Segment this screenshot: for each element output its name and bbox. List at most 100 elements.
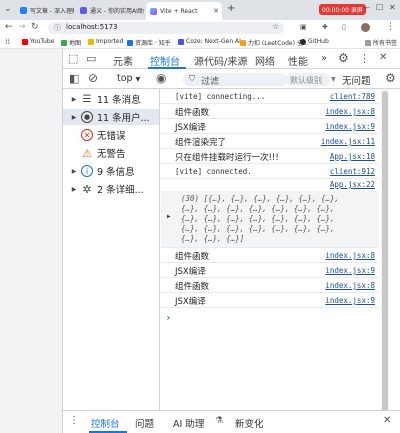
sidebar-toggle-icon[interactable]: ▯	[342, 23, 346, 31]
clear-console-icon[interactable]: ⊘	[88, 71, 98, 85]
drawer-tab-issues[interactable]: 问题	[135, 416, 154, 430]
window-close-icon[interactable]: ✕	[389, 3, 396, 12]
close-devtools-icon[interactable]: ✕	[379, 52, 387, 63]
source-link[interactable]: index.jsx:8	[325, 107, 375, 116]
devtools-panel: ⬚ ▭ 元素 控制台 源代码/来源 网络 性能 » ⚙ ⋮ ✕ ◧ ⊘ top …	[62, 49, 400, 433]
puzzle-icon[interactable]: ✚	[322, 23, 328, 31]
bookmark-item[interactable]: YouTube	[22, 38, 54, 45]
sidebar-item-verbose[interactable]: ▶ ✲ 2 条详细...	[63, 181, 159, 197]
tab-elements[interactable]: 元素	[113, 53, 133, 68]
close-icon[interactable]: ✕	[213, 7, 219, 15]
source-link[interactable]: index.jsx:9	[325, 122, 375, 131]
source-link[interactable]: index.jsx:8	[325, 251, 375, 260]
github-icon	[300, 38, 306, 45]
profile-avatar[interactable]	[361, 23, 370, 32]
tab-network[interactable]: 网络	[255, 53, 275, 68]
close-drawer-icon[interactable]: ✕	[383, 415, 391, 426]
browser-tab[interactable]: 写文章 - 深入理解React	[16, 3, 74, 18]
all-bookmarks[interactable]: 所有书签	[365, 38, 397, 47]
dropdown-icon[interactable]: ▼	[331, 76, 336, 83]
vite-logo-icon	[150, 7, 157, 15]
browser-tab-active[interactable]: Vite + React ✕	[146, 2, 222, 20]
scrollbar-thumb[interactable]	[382, 91, 388, 431]
bookmark-label: GitHub	[308, 38, 329, 45]
console-message: [vite] connecting... client:789	[161, 89, 379, 104]
source-link[interactable]: client:912	[330, 167, 375, 176]
drawer-tab-console[interactable]: 控制台	[91, 416, 120, 430]
drawer-menu-icon[interactable]: ⋮	[69, 415, 79, 426]
drawer-tab-ai-assistance[interactable]: AI 助理	[173, 416, 204, 430]
more-options-icon[interactable]: ⋮	[359, 52, 370, 65]
message-text: 组件函数	[175, 108, 210, 118]
source-link[interactable]: index.jsx:8	[325, 281, 375, 290]
sidebar-item-errors[interactable]: ✕ 无错误	[63, 127, 159, 143]
filter-placeholder: 过滤	[201, 77, 220, 87]
bookmark-item[interactable]: 资源库 · 知乎	[127, 38, 171, 47]
tab-console[interactable]: 控制台	[150, 53, 180, 68]
address-bar[interactable]: ⓘ localhost:5173 ☆	[48, 22, 284, 34]
bookmark-label: 地图	[69, 40, 82, 47]
minimize-icon[interactable]: —	[362, 3, 370, 12]
sidebar-item-warnings[interactable]: ⚠ 无警告	[63, 145, 159, 161]
device-toolbar-icon[interactable]: ▭	[86, 52, 96, 65]
source-link[interactable]: App.jsx:18	[330, 152, 375, 161]
console-message: 组件渲染完了 index.jsx:11	[161, 134, 379, 149]
expand-caret-icon[interactable]: ▶	[167, 213, 171, 220]
console-scrollbar[interactable]	[381, 89, 389, 433]
console-settings-icon[interactable]: ⚙	[385, 71, 396, 85]
bookmark-item[interactable]: Imported	[88, 38, 123, 45]
expand-caret-icon[interactable]: ▶	[69, 168, 79, 175]
tab-title: Vite + React	[160, 7, 198, 15]
tab-performance[interactable]: 性能	[288, 53, 308, 68]
console-prompt[interactable]: ›	[165, 311, 172, 324]
expand-caret-icon[interactable]: ▶	[69, 96, 79, 103]
settings-gear-icon[interactable]: ⚙	[338, 51, 349, 65]
expand-caret-icon[interactable]: ▶	[69, 186, 79, 193]
bookmark-star-icon[interactable]: ☆	[272, 22, 279, 31]
new-tab-icon[interactable]: +	[227, 3, 235, 14]
log-levels-dropdown[interactable]: 默认级别	[285, 73, 330, 86]
bookmark-item[interactable]: GitHub	[300, 38, 329, 45]
bookmark-label: Coze: Next-Gen AI...	[186, 38, 247, 45]
bookmark-item[interactable]: 地图	[61, 38, 81, 47]
forward-icon[interactable]: →	[18, 22, 26, 32]
source-link[interactable]: index.jsx:9	[325, 266, 375, 275]
message-text: 组件函数	[175, 282, 210, 292]
sidebar-item-user-messages[interactable]: ▶ ● 11 条用户...	[63, 109, 159, 125]
site-info-icon[interactable]: ⓘ	[54, 23, 61, 33]
source-link[interactable]: App.jsx:22	[330, 180, 375, 189]
sidebar-item-messages[interactable]: ▶ ☰ 11 条消息	[63, 91, 159, 107]
source-link[interactable]: index.jsx:9	[325, 296, 375, 305]
sidebar-item-label: 无警告	[97, 149, 126, 160]
filter-input[interactable]: ⛉ 过滤	[183, 73, 287, 87]
bookmark-item[interactable]: 力扣 (LeetCode) 全...	[240, 38, 309, 47]
context-selector[interactable]: top ▼	[117, 73, 140, 84]
maximize-icon[interactable]: ☐	[376, 3, 383, 12]
more-tabs-icon[interactable]: »	[321, 53, 327, 64]
array-preview[interactable]: ▶ (30) [{…}, {…}, {…}, {…}, {…}, {…}, {……	[161, 191, 379, 248]
filter-icon: ⛉	[189, 74, 195, 83]
back-icon[interactable]: ←	[5, 22, 13, 32]
tab-sources[interactable]: 源代码/来源	[194, 53, 247, 68]
sidebar-toggle-icon[interactable]: ◧	[69, 72, 79, 85]
extension-icon[interactable]: ▣	[300, 23, 307, 31]
apps-grid-icon[interactable]: ⁞⁞	[5, 37, 10, 46]
browser-tab[interactable]: 通义 - 你的实用AI助手 ✕	[76, 3, 144, 18]
source-link[interactable]: client:789	[330, 92, 375, 101]
drawer-tab-whats-new[interactable]: 新变化	[235, 416, 264, 430]
tab-search-icon[interactable]: ⌄	[4, 4, 12, 14]
reload-icon[interactable]: ↻	[31, 22, 39, 32]
menu-icon[interactable]: ⋮	[386, 22, 395, 32]
tab-favicon-icon	[20, 7, 27, 14]
devtools-drawer: ⋮ 控制台 问题 AI 助理 ⚗ 新变化 ✕	[63, 410, 400, 433]
expand-caret-icon[interactable]: ▶	[69, 114, 79, 121]
inspect-element-icon[interactable]: ⬚	[68, 52, 78, 65]
sidebar-item-info[interactable]: ▶ i 9 条信息	[63, 163, 159, 179]
bookmark-label: 所有书签	[373, 40, 398, 47]
bookmark-item[interactable]: Coze: Next-Gen AI...	[178, 38, 247, 45]
dropdown-icon: ▼	[135, 76, 141, 83]
source-link[interactable]: index.jsx:11	[321, 137, 375, 146]
message-text: 组件渲染完了	[175, 138, 227, 148]
live-expression-eye-icon[interactable]: ◉	[156, 71, 166, 85]
issues-label[interactable]: 无问题	[342, 73, 371, 87]
